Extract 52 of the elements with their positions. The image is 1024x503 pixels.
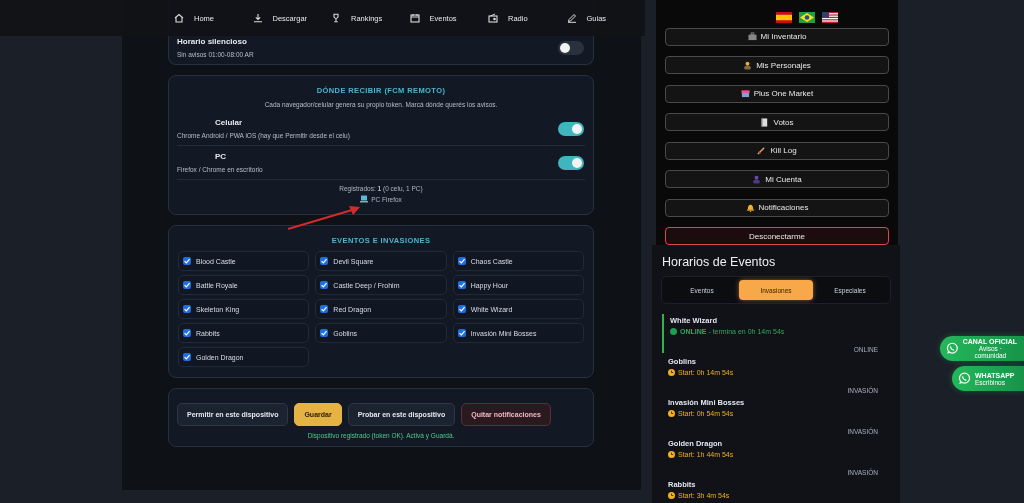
trophy-icon [331, 13, 341, 23]
checkbox[interactable] [320, 329, 329, 337]
clock-icon [668, 410, 675, 417]
whatsapp-icon [958, 372, 971, 385]
pencil-icon [566, 13, 577, 23]
bell-icon [745, 203, 755, 212]
document-icon [760, 117, 770, 127]
checkbox[interactable] [183, 257, 191, 265]
person-icon [752, 174, 762, 184]
menu-button[interactable]: Mis Personajes [665, 56, 889, 74]
download-icon [252, 13, 263, 23]
toggle-switch[interactable] [558, 121, 584, 136]
setting-title: Horario silencioso [177, 37, 247, 46]
menu-button[interactable]: Mi Inventario [665, 27, 889, 46]
whatsapp-icon [946, 342, 959, 355]
clock-icon [668, 451, 675, 458]
menu-button[interactable]: Notificaciones [665, 198, 889, 217]
store-icon [740, 89, 750, 98]
checkbox[interactable] [183, 281, 191, 289]
laptop-icon [360, 195, 369, 203]
menu-button[interactable]: Mi Cuenta [665, 170, 889, 188]
menu-button[interactable]: Votos [665, 113, 889, 131]
status-dot-icon [670, 328, 677, 335]
calendar-icon [409, 13, 420, 23]
checkbox[interactable] [457, 257, 466, 265]
checkbox[interactable] [457, 305, 466, 313]
spain-flag-icon[interactable] [776, 12, 792, 23]
radio-icon [488, 13, 498, 23]
sword-icon [757, 146, 767, 155]
checkbox[interactable] [457, 329, 466, 337]
checkbox[interactable] [183, 305, 191, 313]
device-name: Celular [215, 118, 243, 127]
checkbox[interactable] [320, 305, 329, 313]
checkbox[interactable] [457, 281, 466, 289]
checkbox[interactable] [183, 353, 191, 361]
person-icon [743, 60, 753, 70]
briefcase-icon [747, 32, 757, 41]
section-heading: Horarios de Eventos [662, 255, 777, 269]
home-icon [174, 13, 184, 23]
menu-button[interactable]: Kill Log [665, 141, 889, 160]
checkbox[interactable] [183, 329, 191, 337]
brazil-flag-icon[interactable] [799, 12, 815, 23]
toggle-switch[interactable] [558, 40, 584, 55]
checkbox[interactable] [320, 257, 329, 265]
menu-button[interactable]: Desconectarme [665, 227, 889, 245]
toggle-switch[interactable] [558, 155, 584, 170]
clock-icon [668, 492, 675, 499]
clock-icon [668, 369, 675, 376]
device-name: PC [215, 152, 227, 161]
checkbox[interactable] [320, 281, 329, 289]
menu-button[interactable]: Plus One Market [665, 84, 889, 103]
usa-flag-icon[interactable] [822, 12, 838, 23]
